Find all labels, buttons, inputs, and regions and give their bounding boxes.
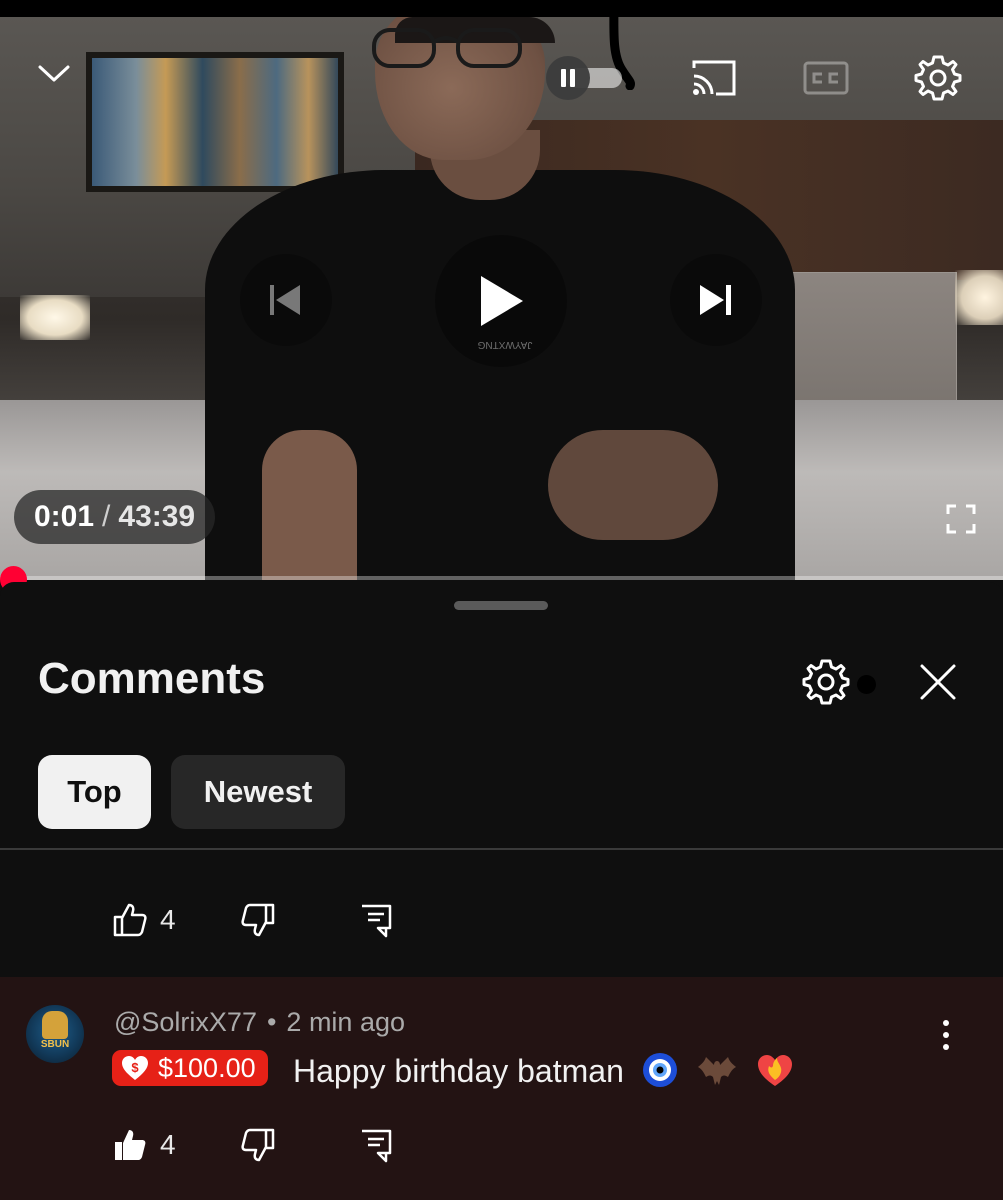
- video-frame-lamp-left: [20, 295, 90, 340]
- thumbs-up-filled-icon: [115, 1130, 146, 1160]
- svg-text:$: $: [131, 1060, 139, 1075]
- heart-on-fire-icon: [755, 1050, 795, 1097]
- like-count: 4: [160, 1129, 176, 1160]
- captions-button[interactable]: [800, 56, 852, 100]
- nazar-amulet-icon: [641, 1051, 679, 1096]
- close-comments-button[interactable]: [914, 658, 962, 706]
- comments-panel: Comments Top Newest 4 SBUN @SolrixX77 • …: [0, 582, 1003, 1200]
- video-frame-lamp-right: [955, 270, 1003, 325]
- bat-icon: [696, 1051, 738, 1096]
- chevron-down-icon: [38, 65, 70, 82]
- current-time: 0:01: [34, 500, 95, 533]
- comment-reply-button[interactable]: [358, 1127, 394, 1168]
- sort-chip-top[interactable]: Top: [38, 755, 151, 829]
- play-button[interactable]: [435, 235, 567, 367]
- player-settings-button[interactable]: [912, 52, 964, 104]
- gear-icon: [914, 55, 962, 101]
- comment-body: Happy birthday batman: [293, 1052, 624, 1089]
- progress-bar[interactable]: [0, 576, 1003, 580]
- super-thanks-heart-icon: $: [122, 1056, 148, 1080]
- sort-chip-newest[interactable]: Newest: [171, 755, 345, 829]
- next-video-button[interactable]: [670, 254, 762, 346]
- video-frame-painting: [86, 52, 344, 192]
- comment-author[interactable]: @SolrixX77: [114, 1007, 257, 1037]
- drag-handle[interactable]: [454, 601, 548, 610]
- minimize-button[interactable]: [30, 50, 78, 98]
- comment-time: 2 min ago: [286, 1007, 405, 1037]
- notification-dot: [857, 675, 876, 694]
- status-strip: [0, 0, 1003, 17]
- previous-comment-dislike-button[interactable]: [240, 902, 276, 943]
- previous-comment-like-button[interactable]: 4: [112, 902, 176, 938]
- duration: 43:39: [118, 500, 196, 533]
- time-display: 0:01 / 43:39: [14, 490, 216, 544]
- close-icon: [920, 664, 956, 700]
- comments-settings-button[interactable]: [800, 656, 852, 708]
- more-vertical-icon: [943, 1020, 949, 1050]
- divider: [0, 848, 1003, 850]
- gear-icon: [802, 659, 850, 705]
- super-thanks-amount: $100.00: [158, 1052, 256, 1083]
- thumbs-down-icon: [241, 903, 275, 937]
- comment-item: SBUN @SolrixX77 • 2 min ago $ $100.00 Happ…: [0, 977, 1003, 1200]
- video-frame-glasses: [372, 28, 522, 68]
- reply-icon: [362, 904, 392, 938]
- avatar[interactable]: SBUN: [26, 1005, 84, 1063]
- skip-next-icon: [700, 285, 731, 315]
- previous-comment-reply-button[interactable]: [358, 902, 394, 943]
- reply-icon: [362, 1129, 392, 1163]
- comment-dislike-button[interactable]: [240, 1127, 276, 1168]
- skip-previous-icon: [270, 285, 300, 315]
- super-thanks-badge: $ $100.00: [112, 1050, 268, 1086]
- avatar-logo-text: SBUN: [40, 1039, 70, 1050]
- video-player[interactable]: JAYWXTNG 0:01 / 43:39: [0, 0, 1003, 580]
- comment-meta: @SolrixX77 • 2 min ago: [114, 1007, 405, 1038]
- fullscreen-icon: [946, 504, 976, 534]
- comment-like-button[interactable]: 4: [112, 1127, 176, 1163]
- cast-button[interactable]: [688, 56, 740, 100]
- cc-icon: [803, 61, 849, 95]
- meta-separator: •: [266, 1007, 277, 1037]
- previous-video-button[interactable]: [240, 254, 332, 346]
- cast-icon: [692, 60, 736, 96]
- autoplay-toggle[interactable]: [546, 56, 630, 100]
- pause-icon: [561, 69, 575, 87]
- comments-title: Comments: [38, 654, 266, 703]
- autoplay-toggle-knob: [546, 56, 590, 100]
- comment-text: Happy birthday batman: [293, 1050, 795, 1097]
- comment-menu-button[interactable]: [930, 1015, 962, 1055]
- like-count: 4: [160, 904, 176, 935]
- thumbs-up-icon: [113, 903, 147, 937]
- thumbs-down-icon: [241, 1128, 275, 1162]
- time-separator: /: [102, 500, 111, 533]
- fullscreen-button[interactable]: [938, 496, 984, 542]
- play-icon: [481, 276, 523, 326]
